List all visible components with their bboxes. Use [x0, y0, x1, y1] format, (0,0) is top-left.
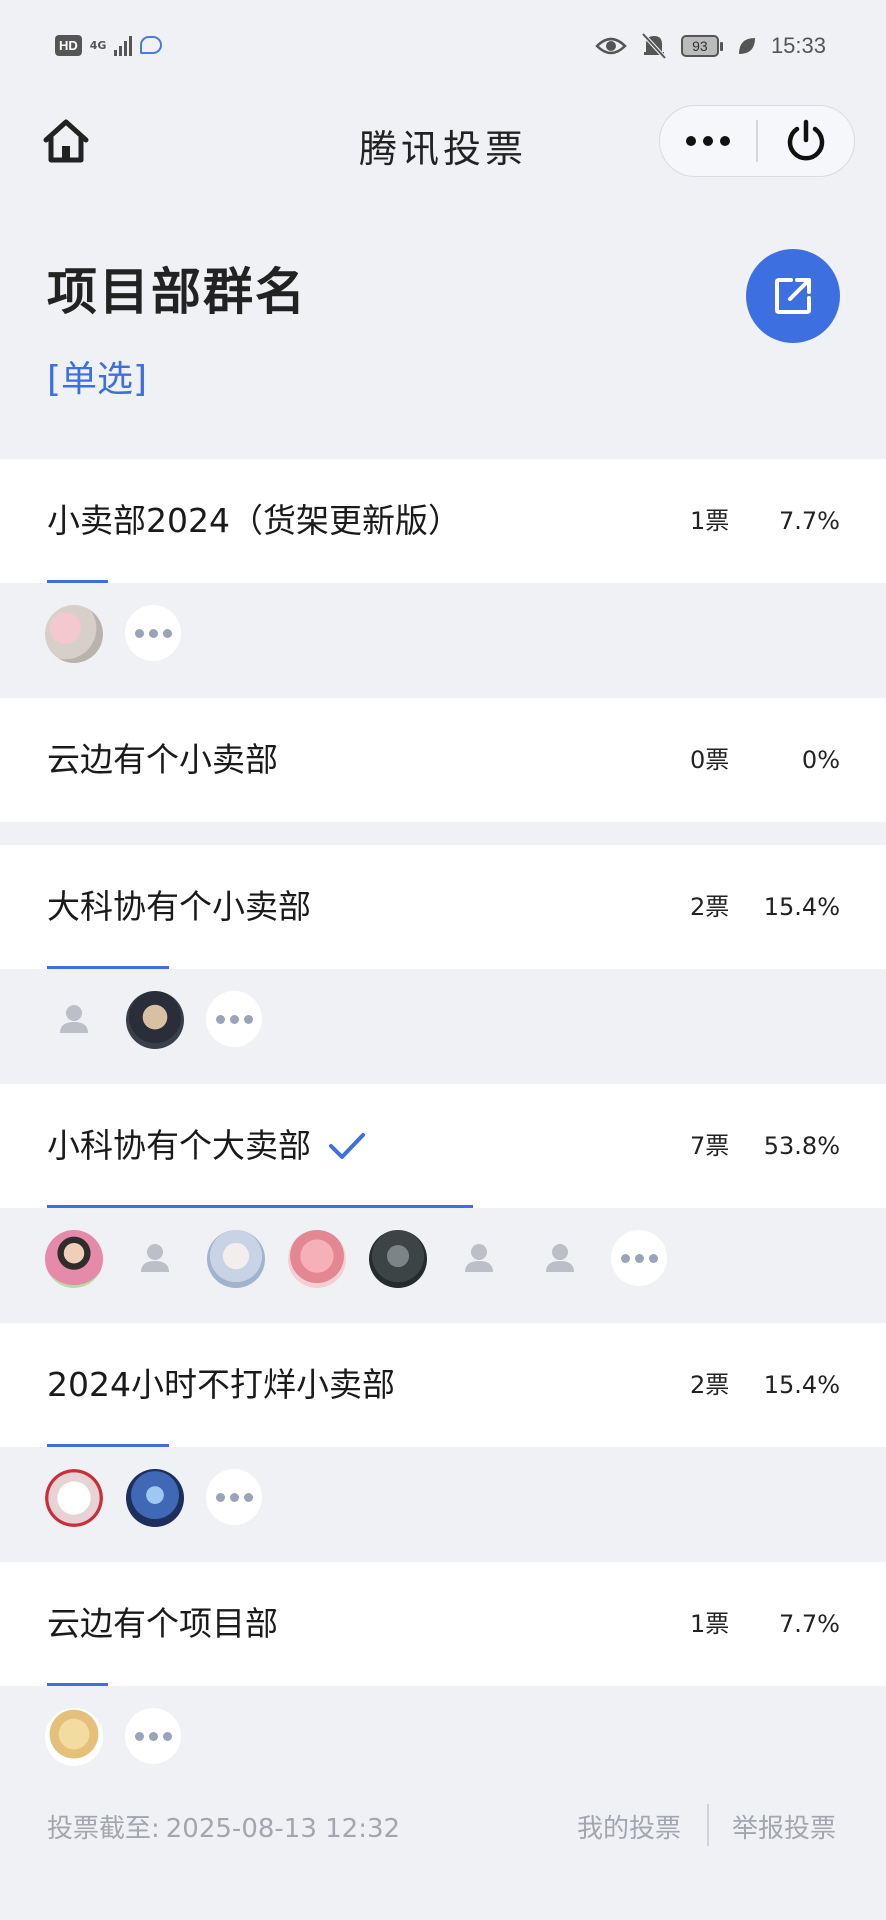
option-progress-bar: [47, 1683, 108, 1686]
default-avatar-icon: [126, 1230, 184, 1288]
avatar-anime: [207, 1230, 265, 1288]
option-label-text: 小科协有个大卖部: [47, 1126, 311, 1165]
poll-title: 项目部群名: [47, 263, 307, 321]
option-progress-bar: [47, 1444, 169, 1447]
avatar-sketch: [45, 1469, 103, 1527]
avatar-blue-anime: [126, 1469, 184, 1527]
status-right: 93 15:33: [595, 32, 826, 60]
option-label-text: 小卖部2024（货架更新版）: [47, 501, 461, 540]
more-voters-button[interactable]: [611, 1230, 667, 1286]
share-external-icon: [775, 278, 811, 314]
deadline-label: 投票截至:: [47, 1814, 160, 1844]
vote-type-label: [单选]: [47, 359, 148, 400]
option-label: 云边有个小卖部: [47, 698, 278, 822]
leaf-icon: [738, 38, 755, 54]
option-label-text: 大科协有个小卖部: [47, 887, 311, 926]
option-label-text: 云边有个项目部: [47, 1604, 278, 1643]
poll-option[interactable]: 小卖部2024（货架更新版） 1票 7.7%: [0, 459, 886, 583]
avatar-flowers: [45, 605, 103, 663]
option-progress-bar: [47, 966, 169, 969]
avatar-bear: [126, 991, 184, 1049]
default-avatar-icon: [531, 1230, 589, 1288]
default-avatar-icon: [45, 991, 103, 1049]
voter-avatars: [0, 590, 886, 680]
deadline-value: 2025-08-13 12:32: [165, 1814, 401, 1844]
poll-option[interactable]: 云边有个项目部 1票 7.7%: [0, 1562, 886, 1686]
option-label: 小卖部2024（货架更新版）: [47, 459, 461, 583]
voter-avatars: [0, 1693, 886, 1783]
option-progress-bar: [47, 1205, 473, 1208]
mute-bell-icon: [641, 32, 667, 60]
hd-badge: HD: [55, 34, 82, 56]
default-avatar-icon: [450, 1230, 508, 1288]
footer-divider: [707, 1804, 709, 1846]
selected-check-icon: [327, 1130, 367, 1162]
battery-level: 93: [680, 35, 719, 57]
option-vote-count: 1票: [690, 1610, 730, 1638]
option-progress-bar: [47, 580, 108, 583]
voter-avatars: [0, 1215, 886, 1305]
avatar-pink-bear: [288, 1230, 346, 1288]
option-percent: 7.7%: [779, 507, 840, 535]
status-bar: HD 4G 93 15:33: [0, 0, 886, 100]
option-vote-count: 1票: [690, 507, 730, 535]
more-voters-button[interactable]: [125, 1708, 181, 1764]
option-label-text: 2024小时不打烊小卖部: [47, 1365, 395, 1404]
poll-option[interactable]: 2024小时不打烊小卖部 2票 15.4%: [0, 1323, 886, 1447]
more-voters-button[interactable]: [125, 605, 181, 661]
clock: 15:33: [770, 33, 826, 58]
status-left: HD 4G: [55, 34, 163, 56]
more-voters-button[interactable]: [206, 1469, 262, 1525]
more-voters-button[interactable]: [206, 991, 262, 1047]
my-votes-link[interactable]: 我的投票: [577, 1808, 681, 1845]
battery-icon: 93: [680, 35, 723, 57]
eye-icon: [595, 37, 627, 55]
option-label: 大科协有个小卖部: [47, 845, 311, 969]
option-vote-count: 2票: [690, 1371, 730, 1399]
option-label-text: 云边有个小卖部: [47, 740, 278, 779]
poll-option[interactable]: 大科协有个小卖部 2票 15.4%: [0, 845, 886, 969]
option-percent: 15.4%: [763, 893, 840, 921]
option-vote-count: 2票: [690, 893, 730, 921]
option-label: 2024小时不打烊小卖部: [47, 1323, 395, 1447]
voter-avatars: [0, 1454, 886, 1544]
share-button[interactable]: [746, 249, 840, 343]
option-percent: 0%: [801, 746, 840, 774]
mini-program-capsule: [659, 105, 855, 177]
network-type: 4G: [89, 38, 107, 52]
option-vote-count: 0票: [690, 746, 730, 774]
signal-icon: [114, 34, 133, 56]
report-link[interactable]: 举报投票: [732, 1808, 836, 1845]
nav-bar: 腾讯投票: [0, 100, 886, 184]
deadline: 投票截至: 2025-08-13 12:32: [47, 1808, 400, 1845]
chat-bubble-icon: [140, 36, 163, 54]
option-label: 小科协有个大卖部: [47, 1084, 367, 1208]
more-menu-button[interactable]: [660, 106, 756, 176]
footer: 投票截至: 2025-08-13 12:32 我的投票 举报投票: [0, 1800, 886, 1860]
option-percent: 7.7%: [779, 1610, 840, 1638]
avatar-dark: [369, 1230, 427, 1288]
voter-avatars: [0, 976, 886, 1066]
option-label: 云边有个项目部: [47, 1562, 278, 1686]
option-vote-count: 7票: [690, 1132, 730, 1160]
avatar-cartoon-bear: [45, 1708, 103, 1766]
avatar-girl: [45, 1230, 103, 1288]
power-icon: [787, 119, 824, 161]
poll-option[interactable]: 云边有个小卖部 0票 0%: [0, 698, 886, 822]
option-percent: 15.4%: [763, 1371, 840, 1399]
poll-option[interactable]: 小科协有个大卖部 7票 53.8%: [0, 1084, 886, 1208]
option-percent: 53.8%: [763, 1132, 840, 1160]
close-program-button[interactable]: [758, 106, 855, 176]
